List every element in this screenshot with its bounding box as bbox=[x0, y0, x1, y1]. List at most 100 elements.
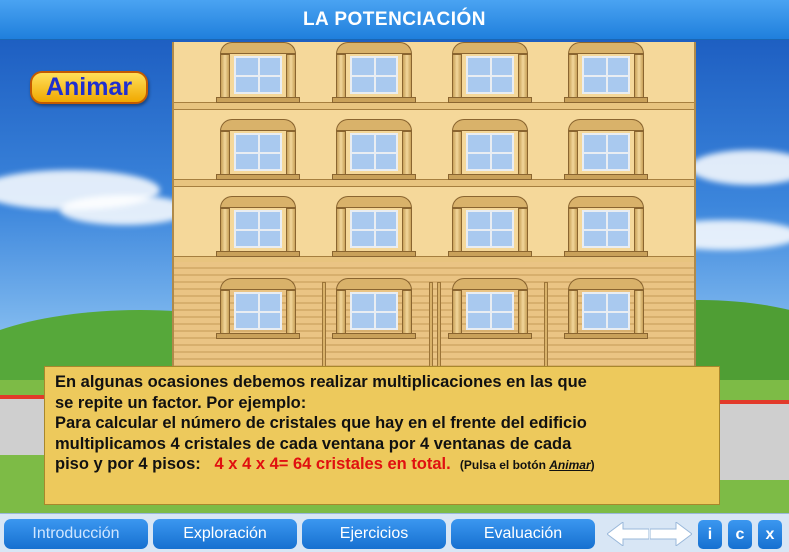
close-button[interactable]: x bbox=[758, 520, 782, 549]
credits-button[interactable]: c bbox=[728, 520, 752, 549]
window bbox=[446, 119, 534, 181]
window-glass bbox=[350, 292, 398, 330]
window-pediment bbox=[568, 278, 644, 290]
drain-pipe bbox=[322, 282, 326, 372]
window bbox=[214, 196, 302, 258]
window-glass bbox=[466, 210, 514, 248]
window-glass bbox=[350, 210, 398, 248]
window bbox=[562, 196, 650, 258]
window-glass bbox=[234, 56, 282, 94]
window-sill bbox=[448, 333, 532, 339]
window-column-left bbox=[452, 290, 462, 334]
window-sill bbox=[564, 97, 648, 103]
explanation-text: piso y por 4 pisos: bbox=[55, 455, 201, 473]
window-pediment bbox=[336, 278, 412, 290]
hint-suffix: ) bbox=[590, 458, 595, 472]
window-sill bbox=[564, 333, 648, 339]
window-glass bbox=[582, 292, 630, 330]
window-column-left bbox=[568, 208, 578, 252]
window-column-right bbox=[286, 290, 296, 334]
window-column-right bbox=[634, 54, 644, 98]
window-column-right bbox=[634, 208, 644, 252]
left-arrow-icon[interactable] bbox=[607, 522, 649, 546]
window bbox=[214, 278, 302, 340]
window-glass bbox=[234, 133, 282, 171]
explanation-line: se repite un factor. Por ejemplo: bbox=[55, 393, 307, 412]
window-column-left bbox=[568, 131, 578, 175]
window-pediment bbox=[220, 119, 296, 131]
window-glass bbox=[582, 133, 630, 171]
tab-introduccion[interactable]: Introducción bbox=[4, 519, 148, 549]
window-sill bbox=[216, 251, 300, 257]
window-pediment bbox=[568, 42, 644, 54]
window-column-right bbox=[518, 208, 528, 252]
window-column-left bbox=[452, 131, 462, 175]
window-column-left bbox=[568, 54, 578, 98]
window bbox=[562, 278, 650, 340]
window-column-left bbox=[220, 290, 230, 334]
window-pediment bbox=[336, 196, 412, 208]
window-column-right bbox=[518, 131, 528, 175]
window-pediment bbox=[220, 278, 296, 290]
window-sill bbox=[448, 97, 532, 103]
window-sill bbox=[332, 333, 416, 339]
window-column-left bbox=[336, 54, 346, 98]
window-sill bbox=[332, 174, 416, 180]
window-glass bbox=[582, 56, 630, 94]
window-column-left bbox=[452, 208, 462, 252]
explanation-line: multiplicamos 4 cristales de cada ventan… bbox=[55, 434, 572, 453]
window-column-left bbox=[220, 54, 230, 98]
explanation-line: En algunas ocasiones debemos realizar mu… bbox=[55, 373, 587, 391]
window-column-right bbox=[286, 208, 296, 252]
building bbox=[172, 42, 696, 372]
window-glass bbox=[466, 56, 514, 94]
window-column-left bbox=[452, 54, 462, 98]
window bbox=[446, 196, 534, 258]
explanation-line: Para calcular el número de cristales que… bbox=[55, 414, 587, 432]
window-column-left bbox=[336, 290, 346, 334]
window bbox=[446, 42, 534, 104]
window-pediment bbox=[452, 119, 528, 131]
title-bar: LA POTENCIACIÓN bbox=[0, 0, 789, 40]
window bbox=[330, 196, 418, 258]
explanation-panel: En algunas ocasiones debemos realizar mu… bbox=[44, 366, 720, 505]
window-pediment bbox=[568, 196, 644, 208]
tab-evaluacion[interactable]: Evaluación bbox=[451, 519, 595, 549]
road bbox=[720, 400, 789, 480]
animate-button[interactable]: Animar bbox=[30, 71, 148, 104]
window bbox=[562, 119, 650, 181]
window-sill bbox=[332, 251, 416, 257]
window bbox=[214, 119, 302, 181]
window-column-right bbox=[402, 54, 412, 98]
window-column-right bbox=[518, 290, 528, 334]
bottom-nav: Introducción Exploración Ejercicios Eval… bbox=[0, 513, 789, 552]
window-column-right bbox=[286, 131, 296, 175]
explanation-line: piso y por 4 pisos: 4 x 4 x 4= 64 crista… bbox=[55, 454, 709, 476]
window-column-right bbox=[518, 54, 528, 98]
cloud bbox=[60, 195, 190, 225]
right-arrow-icon[interactable] bbox=[650, 522, 692, 546]
window-sill bbox=[216, 333, 300, 339]
window-sill bbox=[332, 97, 416, 103]
window-column-left bbox=[336, 131, 346, 175]
window-sill bbox=[564, 174, 648, 180]
window bbox=[446, 278, 534, 340]
window-pediment bbox=[452, 196, 528, 208]
tab-ejercicios[interactable]: Ejercicios bbox=[302, 519, 446, 549]
window-column-left bbox=[568, 290, 578, 334]
window-column-right bbox=[286, 54, 296, 98]
window-pediment bbox=[568, 119, 644, 131]
hint-prefix: (Pulsa el botón bbox=[459, 458, 546, 472]
window-glass bbox=[350, 56, 398, 94]
window-pediment bbox=[220, 196, 296, 208]
window-column-left bbox=[336, 208, 346, 252]
drain-pipe bbox=[437, 282, 441, 372]
page-title: LA POTENCIACIÓN bbox=[302, 8, 487, 30]
window-column-left bbox=[220, 208, 230, 252]
window-column-left bbox=[220, 131, 230, 175]
window-pediment bbox=[452, 42, 528, 54]
tab-exploracion[interactable]: Exploración bbox=[153, 519, 297, 549]
window-glass bbox=[234, 292, 282, 330]
window bbox=[330, 119, 418, 181]
info-button[interactable]: i bbox=[698, 520, 722, 549]
